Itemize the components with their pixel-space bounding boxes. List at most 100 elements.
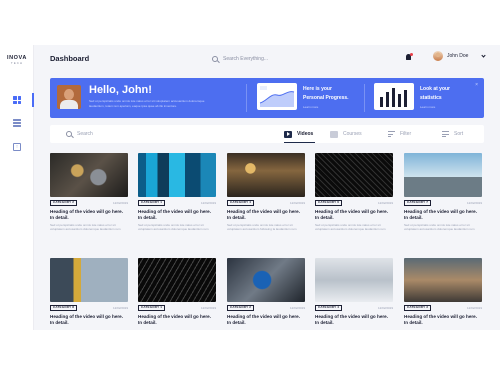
content-search-input[interactable]: Search <box>77 131 93 137</box>
category-badge: CATEGORY 1 <box>138 199 166 207</box>
category-badge: CATEGORY 7 <box>404 199 432 207</box>
video-title[interactable]: Heading of the video will go here. In de… <box>227 209 305 221</box>
tab-videos-label: Videos <box>297 131 314 137</box>
video-thumbnail[interactable] <box>138 258 216 302</box>
logo[interactable]: INOVA TECH <box>4 55 30 65</box>
notification-bell-icon[interactable] <box>405 53 413 62</box>
video-thumbnail[interactable] <box>315 153 393 197</box>
video-date: 12/02/2019 <box>289 306 305 310</box>
global-search-input[interactable]: Search Everything... <box>223 56 268 62</box>
video-date: 12/02/2019 <box>289 201 305 205</box>
filter-icon <box>388 131 395 137</box>
tab-courses[interactable]: Courses <box>330 125 362 143</box>
promo-statistics-title-2: statistics <box>420 95 442 101</box>
filter-label: Filter <box>400 131 412 137</box>
promo-statistics[interactable]: Look at your statistics Learn more <box>374 83 450 110</box>
filter-button[interactable]: Filter <box>388 125 411 143</box>
video-title[interactable]: Heading of the video will go here. In de… <box>50 209 128 221</box>
tab-courses-label: Courses <box>343 131 362 137</box>
logo-sub-text: TECH <box>10 61 24 65</box>
video-card[interactable]: CATEGORY 2 12/02/2019 Heading of the vide… <box>227 258 305 326</box>
video-description: Sed ut perspiciatis unde omnis iste natu… <box>404 223 475 232</box>
video-thumbnail[interactable] <box>315 258 393 302</box>
video-date: 12/02/2019 <box>377 306 393 310</box>
video-description: Sed ut perspiciatis unde omnis iste natu… <box>50 223 121 232</box>
video-card[interactable]: CATEGORY 4 12/02/2019 Heading of the vide… <box>227 153 305 232</box>
video-description: Sed ut perspiciatis unde omnis iste natu… <box>227 223 297 232</box>
list-icon <box>13 119 21 127</box>
video-card[interactable]: CATEGORY 3 12/02/2019 Heading of the vide… <box>404 258 482 326</box>
sort-button[interactable]: Sort <box>442 125 463 143</box>
video-thumbnail[interactable] <box>404 153 482 197</box>
video-date: 12/02/2019 <box>466 306 482 310</box>
statistics-chart-thumbnail <box>374 83 414 110</box>
book-icon <box>330 130 338 138</box>
category-badge: CATEGORY 6 <box>315 199 343 207</box>
search-icon <box>212 56 218 62</box>
category-badge: CATEGORY 4 <box>315 304 343 312</box>
video-card[interactable]: CATEGORY 6 12/02/2019 Heading of the vide… <box>315 153 393 232</box>
video-thumbnail[interactable] <box>50 258 128 302</box>
category-badge: CATEGORY 8 <box>50 304 78 312</box>
video-title[interactable]: Heading of the video will go here. In de… <box>315 209 393 221</box>
chevron-down-icon <box>481 52 487 58</box>
video-card[interactable]: CATEGORY 1 12/02/2019 Heading of the vide… <box>138 258 216 326</box>
category-badge: CATEGORY 2 <box>227 304 255 312</box>
promo-progress-link[interactable]: Learn more <box>303 105 349 109</box>
category-badge: CATEGORY 4 <box>227 199 255 207</box>
page-title: Dashboard <box>50 54 90 63</box>
progress-chart-thumbnail <box>257 83 297 110</box>
video-card[interactable]: CATEGORY 2 12/02/2019 Heading of the vide… <box>50 153 128 232</box>
avatar <box>433 51 443 61</box>
divider <box>364 84 365 112</box>
sort-icon <box>442 131 449 137</box>
notification-dot <box>410 53 413 56</box>
video-date: 12/02/2019 <box>112 306 128 310</box>
video-date: 12/02/2019 <box>200 201 216 205</box>
video-date: 12/02/2019 <box>466 201 482 205</box>
category-badge: CATEGORY 2 <box>50 199 78 207</box>
sidebar: INOVA TECH ↑ <box>0 45 34 330</box>
search-icon <box>66 131 72 137</box>
video-thumbnail[interactable] <box>227 153 305 197</box>
video-thumbnail[interactable] <box>138 153 216 197</box>
promo-statistics-title-1: Look at your <box>420 86 451 92</box>
close-icon[interactable]: × <box>475 82 478 88</box>
divider <box>246 84 247 112</box>
video-date: 12/02/2019 <box>112 201 128 205</box>
sidebar-item-list[interactable] <box>0 116 34 130</box>
video-card[interactable]: CATEGORY 7 12/02/2019 Heading of the vide… <box>404 153 482 232</box>
promo-progress-title-1: Here is your <box>303 86 332 92</box>
video-title[interactable]: Heading of the video will go here. In de… <box>138 209 216 221</box>
video-title[interactable]: Heading of the video will go here. In de… <box>404 314 482 326</box>
video-title[interactable]: Heading of the video will go here. In de… <box>138 314 216 326</box>
video-card[interactable]: CATEGORY 8 12/02/2019 Heading of the vide… <box>50 258 128 326</box>
video-date: 12/02/2019 <box>200 306 216 310</box>
video-thumbnail[interactable] <box>404 258 482 302</box>
video-title[interactable]: Heading of the video will go here. In de… <box>227 314 305 326</box>
video-title[interactable]: Heading of the video will go here. In de… <box>50 314 128 326</box>
greeting: Hello, John! <box>89 84 152 96</box>
sidebar-item-dashboard[interactable] <box>0 93 34 107</box>
welcome-banner: Hello, John! Sed ut perspiciatis unde om… <box>50 78 484 118</box>
video-title[interactable]: Heading of the video will go here. In de… <box>404 209 482 221</box>
video-thumbnail[interactable] <box>50 153 128 197</box>
greeting-description: Sed ut perspiciatis unde omnis iste natu… <box>89 99 205 108</box>
user-name: John Doe <box>447 53 469 59</box>
promo-progress-title-2: Personal Progress. <box>303 95 349 101</box>
video-description: Sed ut perspiciatis unde omnis iste natu… <box>138 223 209 232</box>
global-search[interactable]: Search Everything... <box>212 53 352 65</box>
video-thumbnail[interactable] <box>227 258 305 302</box>
user-menu[interactable]: John Doe <box>433 51 487 61</box>
category-badge: CATEGORY 3 <box>404 304 432 312</box>
video-description: Sed ut perspiciatis unde omnis iste natu… <box>315 223 386 232</box>
promo-progress[interactable]: Here is your Personal Progress. Learn mo… <box>257 83 349 110</box>
video-title[interactable]: Heading of the video will go here. In de… <box>315 314 393 326</box>
sort-label: Sort <box>454 131 464 137</box>
video-card[interactable]: CATEGORY 1 12/02/2019 Heading of the vide… <box>138 153 216 232</box>
tab-videos[interactable]: Videos <box>284 125 316 143</box>
sidebar-item-upload[interactable]: ↑ <box>0 140 34 154</box>
filter-bar: Search Videos Courses Filter Sort <box>50 125 484 143</box>
promo-statistics-link[interactable]: Learn more <box>420 105 450 109</box>
video-card[interactable]: CATEGORY 4 12/02/2019 Heading of the vide… <box>315 258 393 326</box>
